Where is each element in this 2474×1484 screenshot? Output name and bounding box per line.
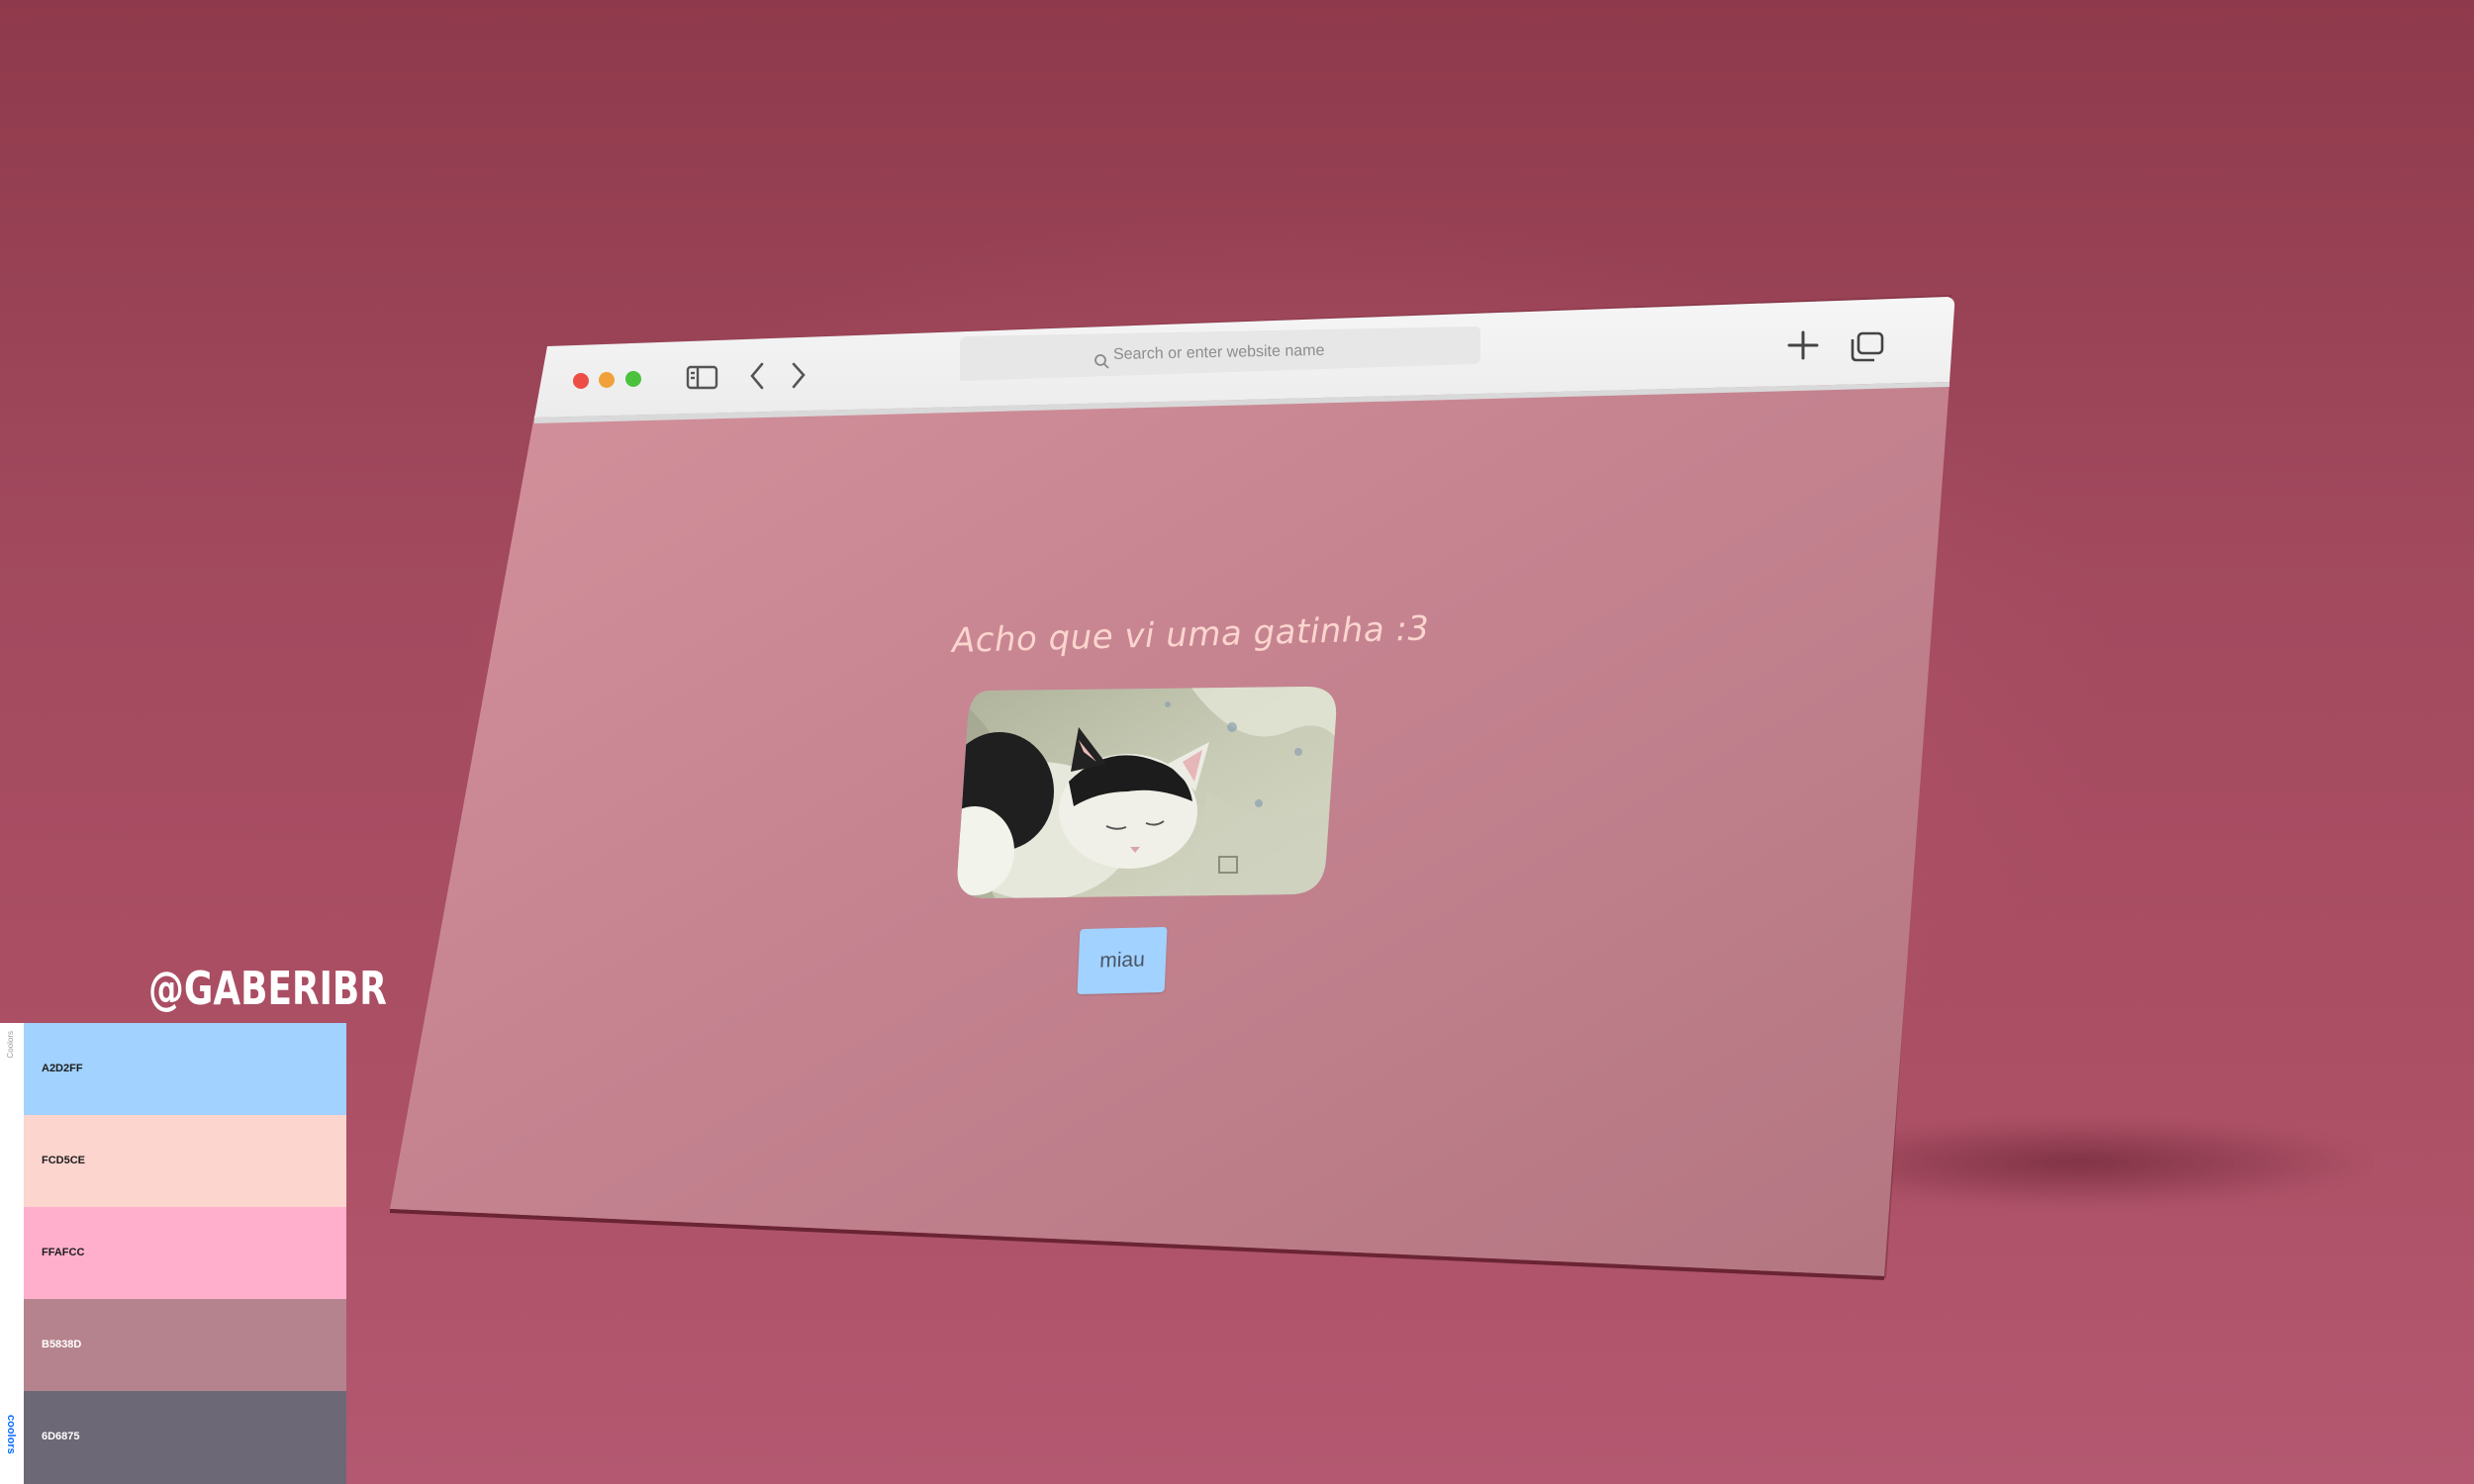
coolors-logo-text: coolors — [5, 1415, 17, 1454]
miau-button[interactable]: miau — [1077, 926, 1168, 995]
swatch-code: B5838D — [42, 1339, 82, 1350]
palette-strip: Coolors coolors — [0, 1023, 24, 1484]
swatch-2: FCD5CE — [24, 1115, 346, 1207]
swatch-code: A2D2FF — [42, 1063, 83, 1074]
browser-window — [390, 295, 1955, 1280]
palette-label: Coolors — [6, 1031, 15, 1059]
swatch-4: B5838D — [24, 1299, 346, 1391]
color-palette: Coolors coolors A2D2FF FCD5CE FFAFCC B58… — [0, 1023, 346, 1484]
traffic-light-red — [573, 373, 589, 389]
swatch-code: 6D6875 — [42, 1431, 80, 1442]
creator-handle: @GABERIBR — [148, 962, 387, 1015]
swatch-code: FFAFCC — [42, 1247, 85, 1258]
swatch-3: FFAFCC — [24, 1207, 346, 1299]
swatch-code: FCD5CE — [42, 1155, 86, 1166]
swatch-5: 6D6875 — [24, 1391, 346, 1484]
traffic-light-yellow — [599, 372, 615, 388]
traffic-light-green — [625, 371, 641, 387]
cat-photo — [957, 687, 1337, 898]
swatch-1: A2D2FF — [24, 1023, 346, 1115]
